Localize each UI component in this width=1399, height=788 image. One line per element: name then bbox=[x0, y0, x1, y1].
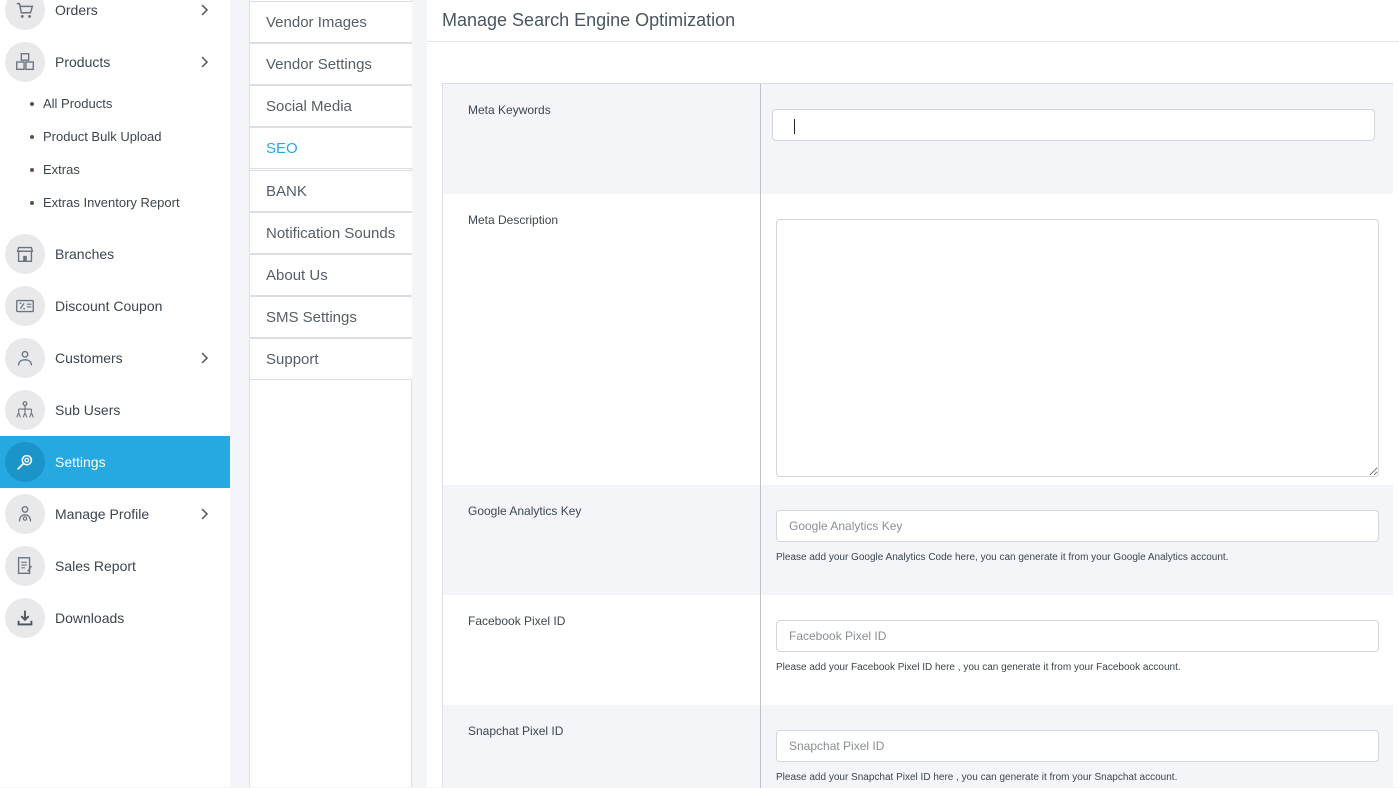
facebook-pixel-input[interactable] bbox=[776, 620, 1379, 652]
chevron-right-icon bbox=[201, 352, 209, 364]
report-icon bbox=[5, 546, 45, 586]
sidebar-item-branches[interactable]: Branches bbox=[0, 228, 230, 280]
sidebar-item-label: Discount Coupon bbox=[55, 298, 163, 314]
sidebar-subitem-product-bulk-upload[interactable]: Product Bulk Upload bbox=[30, 127, 162, 147]
coupon-icon bbox=[5, 286, 45, 326]
sidebar-item-label: Downloads bbox=[55, 610, 125, 626]
tab-sms-settings[interactable]: SMS Settings bbox=[250, 296, 412, 338]
cart-icon bbox=[5, 0, 45, 30]
seo-form: Meta Keywords Meta Description Google An… bbox=[442, 83, 1393, 788]
tab-vendor-images[interactable]: Vendor Images bbox=[250, 1, 412, 43]
sidebar-item-settings[interactable]: Settings bbox=[0, 436, 230, 488]
facebook-pixel-help: Please add your Facebook Pixel ID here ,… bbox=[776, 662, 1181, 673]
tab-vendor-settings[interactable]: Vendor Settings bbox=[250, 43, 412, 85]
meta-keywords-row: Meta Keywords bbox=[443, 84, 1393, 194]
tab-social-media[interactable]: Social Media bbox=[250, 85, 412, 127]
sidebar-item-sales-report[interactable]: Sales Report bbox=[0, 540, 230, 592]
meta-description-textarea[interactable] bbox=[776, 219, 1379, 477]
sidebar-item-label: Branches bbox=[55, 246, 115, 262]
title-divider bbox=[427, 41, 1399, 42]
customers-icon bbox=[5, 338, 45, 378]
chevron-right-icon bbox=[201, 508, 209, 520]
text-cursor bbox=[794, 119, 795, 134]
sidebar-item-customers[interactable]: Customers bbox=[0, 332, 230, 384]
sidebar-subitem-extras[interactable]: Extras bbox=[30, 160, 80, 180]
snapchat-pixel-label: Snapchat Pixel ID bbox=[468, 724, 564, 738]
tab-about-us[interactable]: About Us bbox=[250, 254, 412, 296]
download-icon bbox=[5, 598, 45, 638]
main-panel: Manage Search Engine Optimization Meta K… bbox=[427, 0, 1399, 788]
tab-notification-sounds[interactable]: Notification Sounds bbox=[250, 212, 412, 254]
tab-bank[interactable]: BANK bbox=[250, 170, 412, 212]
bullet-icon bbox=[30, 101, 34, 106]
settings-tabs: Vendor Images Vendor Settings Social Med… bbox=[249, 0, 412, 787]
boxes-icon bbox=[5, 42, 45, 82]
store-icon bbox=[5, 234, 45, 274]
snapchat-pixel-help: Please add your Snapchat Pixel ID here ,… bbox=[776, 772, 1178, 783]
sidebar-item-label: Settings bbox=[55, 454, 106, 470]
snapchat-pixel-row: Snapchat Pixel ID Please add your Snapch… bbox=[443, 705, 1393, 788]
sidebar-item-products[interactable]: Products bbox=[0, 36, 230, 88]
meta-keywords-input[interactable] bbox=[772, 109, 1375, 141]
sidebar-item-label: Sub Users bbox=[55, 402, 121, 418]
column-divider bbox=[760, 84, 761, 788]
sidebar-item-label: Customers bbox=[55, 350, 123, 366]
tab-support[interactable]: Support bbox=[250, 338, 412, 380]
meta-description-label: Meta Description bbox=[468, 213, 559, 227]
bullet-icon bbox=[30, 200, 34, 205]
hierarchy-icon bbox=[5, 390, 45, 430]
facebook-pixel-label: Facebook Pixel ID bbox=[468, 614, 566, 628]
sidebar-item-orders[interactable]: Orders bbox=[0, 0, 230, 36]
google-analytics-label: Google Analytics Key bbox=[468, 504, 582, 518]
sidebar-item-label: Manage Profile bbox=[55, 506, 150, 522]
page-title: Manage Search Engine Optimization bbox=[442, 10, 736, 30]
bullet-icon bbox=[30, 167, 34, 172]
chevron-right-icon bbox=[201, 4, 209, 16]
sidebar-item-sub-users[interactable]: Sub Users bbox=[0, 384, 230, 436]
sidebar-subitem-all-products[interactable]: All Products bbox=[30, 94, 112, 114]
sidebar-item-label: Products bbox=[55, 54, 111, 70]
meta-description-row: Meta Description bbox=[443, 194, 1393, 485]
google-analytics-row: Google Analytics Key Please add your Goo… bbox=[443, 485, 1393, 595]
meta-keywords-label: Meta Keywords bbox=[468, 103, 551, 117]
sidebar-item-label: Sales Report bbox=[55, 558, 136, 574]
google-analytics-input[interactable] bbox=[776, 510, 1379, 542]
settings-icon bbox=[5, 442, 45, 482]
google-analytics-help: Please add your Google Analytics Code he… bbox=[776, 552, 1229, 563]
snapchat-pixel-input[interactable] bbox=[776, 730, 1379, 762]
sidebar-item-manage-profile[interactable]: Manage Profile bbox=[0, 488, 230, 540]
sidebar: Orders Products All Products Product Bul… bbox=[0, 0, 230, 787]
sidebar-item-downloads[interactable]: Downloads bbox=[0, 592, 230, 644]
tab-seo[interactable]: SEO bbox=[250, 127, 412, 169]
sidebar-item-label: Orders bbox=[55, 2, 98, 18]
profile-icon bbox=[5, 494, 45, 534]
chevron-right-icon bbox=[201, 56, 209, 68]
sidebar-item-discount-coupon[interactable]: Discount Coupon bbox=[0, 280, 230, 332]
sidebar-subitem-extras-inventory-report[interactable]: Extras Inventory Report bbox=[30, 193, 180, 213]
facebook-pixel-row: Facebook Pixel ID Please add your Facebo… bbox=[443, 595, 1393, 705]
bullet-icon bbox=[30, 134, 34, 139]
